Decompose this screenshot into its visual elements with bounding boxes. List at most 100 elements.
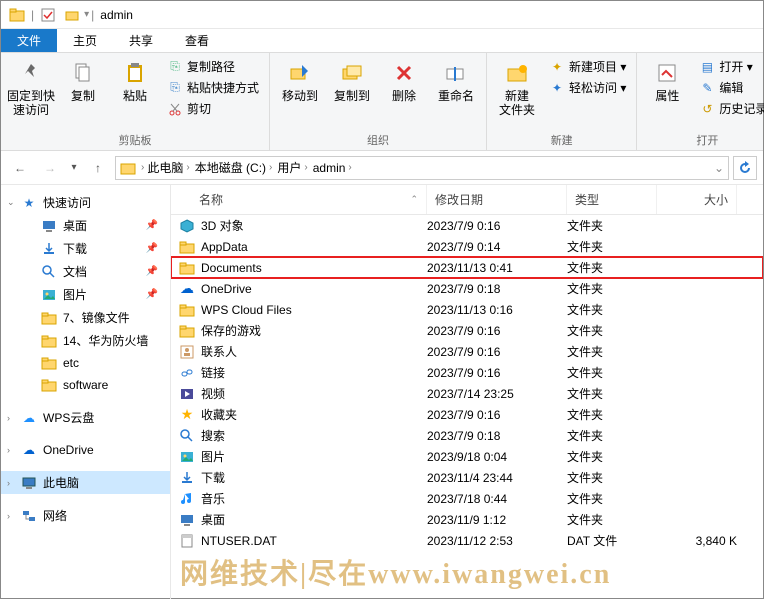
nav-wps[interactable]: ›☁WPS云盘 <box>1 406 170 429</box>
col-type[interactable]: 类型 <box>567 185 657 214</box>
tab-share[interactable]: 共享 <box>113 29 169 52</box>
file-icon <box>179 365 195 381</box>
file-row[interactable]: 桌面 2023/11/9 1:12 文件夹 <box>171 509 763 530</box>
open-button[interactable]: ▤打开 ▾ <box>695 57 764 76</box>
file-type: 文件夹 <box>567 280 657 297</box>
file-name: 收藏夹 <box>201 406 237 423</box>
rename-button[interactable]: 重命名 <box>432 55 480 103</box>
file-icon <box>179 386 195 402</box>
refresh-button[interactable] <box>733 156 757 180</box>
file-row[interactable]: ☁OneDrive 2023/7/9 0:18 文件夹 <box>171 278 763 299</box>
nav-item-icon <box>41 287 57 303</box>
file-type: 文件夹 <box>567 217 657 234</box>
file-date: 2023/11/4 23:44 <box>427 471 567 485</box>
address-bar[interactable]: ›此电脑› 本地磁盘 (C:)› 用户› admin› ⌄ <box>115 156 729 180</box>
nav-item[interactable]: 7、镜像文件 <box>1 306 170 329</box>
file-row[interactable]: 下载 2023/11/4 23:44 文件夹 <box>171 467 763 488</box>
nav-item[interactable]: 图片📌 <box>1 283 170 306</box>
file-row[interactable]: ★收藏夹 2023/7/9 0:16 文件夹 <box>171 404 763 425</box>
nav-item-label: 文档 <box>63 263 87 280</box>
back-button[interactable]: ← <box>7 155 33 181</box>
paste-shortcut-button[interactable]: ⎘粘贴快捷方式 <box>163 78 263 97</box>
pin-icon <box>17 59 45 87</box>
nav-item[interactable]: 文档📌 <box>1 260 170 283</box>
crumb-admin[interactable]: admin› <box>313 161 355 175</box>
col-date[interactable]: 修改日期 <box>427 185 567 214</box>
ribbon-group-new: 新建 文件夹 ✦新建项目 ▾ ✦轻松访问 ▾ 新建 <box>487 53 637 150</box>
nav-item[interactable]: etc <box>1 352 170 374</box>
crumb-pc[interactable]: ›此电脑› <box>138 159 193 176</box>
address-dropdown[interactable]: ⌄ <box>714 161 724 175</box>
file-icon <box>179 470 195 486</box>
tab-home[interactable]: 主页 <box>57 29 113 52</box>
ribbon-group-clipboard: 固定到快 速访问 复制 粘贴 ⎘复制路径 ⎘粘贴快捷方式 剪切 剪贴板 <box>1 53 270 150</box>
forward-button[interactable]: → <box>37 155 63 181</box>
crumb-drive[interactable]: 本地磁盘 (C:)› <box>195 159 276 176</box>
pc-icon <box>21 475 37 491</box>
file-type: 文件夹 <box>567 427 657 444</box>
delete-button[interactable]: 删除 <box>380 55 428 103</box>
file-name: WPS Cloud Files <box>201 303 292 317</box>
file-row[interactable]: 链接 2023/7/9 0:16 文件夹 <box>171 362 763 383</box>
file-date: 2023/11/13 0:41 <box>427 261 567 275</box>
nav-network[interactable]: ›网络 <box>1 504 170 527</box>
history-button[interactable]: ↺历史记录 <box>695 99 764 118</box>
crumb-users[interactable]: 用户› <box>277 159 310 176</box>
folder-icon <box>120 160 136 176</box>
file-date: 2023/7/9 0:18 <box>427 282 567 296</box>
nav-item[interactable]: 14、华为防火墙 <box>1 329 170 352</box>
file-name: 搜索 <box>201 427 225 444</box>
file-type: 文件夹 <box>567 511 657 528</box>
file-row[interactable]: NTUSER.DAT 2023/11/12 2:53 DAT 文件 3,840 … <box>171 530 763 551</box>
file-row[interactable]: AppData 2023/7/9 0:14 文件夹 <box>171 236 763 257</box>
nav-item-icon <box>41 218 57 234</box>
file-row[interactable]: 保存的游戏 2023/7/9 0:16 文件夹 <box>171 320 763 341</box>
pin-button[interactable]: 固定到快 速访问 <box>7 55 55 118</box>
file-icon <box>179 239 195 255</box>
file-row[interactable]: 3D 对象 2023/7/9 0:16 文件夹 <box>171 215 763 236</box>
file-date: 2023/7/9 0:16 <box>427 219 567 233</box>
nav-item[interactable]: software <box>1 374 170 396</box>
edit-button[interactable]: ✎编辑 <box>695 78 764 97</box>
up-button[interactable]: ↑ <box>85 155 111 181</box>
cut-button[interactable]: 剪切 <box>163 99 263 118</box>
qat-dropdown[interactable]: ▾ <box>84 9 89 20</box>
copy-button[interactable]: 复制 <box>59 55 107 103</box>
properties-button[interactable]: 属性 <box>643 55 691 103</box>
col-size[interactable]: 大小 <box>657 185 737 214</box>
file-row[interactable]: 图片 2023/9/18 0:04 文件夹 <box>171 446 763 467</box>
checkbox-icon[interactable] <box>40 7 56 23</box>
tab-file[interactable]: 文件 <box>1 29 57 52</box>
paste-button[interactable]: 粘贴 <box>111 55 159 103</box>
nav-item[interactable]: 下载📌 <box>1 237 170 260</box>
recent-dropdown[interactable]: ▾ <box>67 155 81 181</box>
file-row[interactable]: Documents 2023/11/13 0:41 文件夹 <box>171 257 763 278</box>
nav-quick-access[interactable]: ⌄★快速访问 <box>1 191 170 214</box>
file-icon <box>179 491 195 507</box>
file-name: NTUSER.DAT <box>201 534 277 548</box>
file-row[interactable]: 音乐 2023/7/18 0:44 文件夹 <box>171 488 763 509</box>
file-name: 保存的游戏 <box>201 322 261 339</box>
file-row[interactable]: 搜索 2023/7/9 0:18 文件夹 <box>171 425 763 446</box>
new-item-button[interactable]: ✦新建项目 ▾ <box>545 57 630 76</box>
copyto-button[interactable]: 复制到 <box>328 55 376 103</box>
nav-item-label: etc <box>63 356 79 370</box>
file-date: 2023/11/9 1:12 <box>427 513 567 527</box>
file-date: 2023/7/9 0:18 <box>427 429 567 443</box>
new-folder-button[interactable]: 新建 文件夹 <box>493 55 541 118</box>
file-type: 文件夹 <box>567 406 657 423</box>
file-row[interactable]: 视频 2023/7/14 23:25 文件夹 <box>171 383 763 404</box>
nav-item-label: 图片 <box>63 286 87 303</box>
nav-this-pc[interactable]: ›此电脑 <box>1 471 170 494</box>
moveto-button[interactable]: 移动到 <box>276 55 324 103</box>
nav-item-icon <box>41 377 57 393</box>
nav-item[interactable]: 桌面📌 <box>1 214 170 237</box>
easy-access-button[interactable]: ✦轻松访问 ▾ <box>545 78 630 97</box>
tab-view[interactable]: 查看 <box>169 29 225 52</box>
folder-small-icon <box>64 7 80 23</box>
file-row[interactable]: WPS Cloud Files 2023/11/13 0:16 文件夹 <box>171 299 763 320</box>
copy-path-button[interactable]: ⎘复制路径 <box>163 57 263 76</box>
nav-onedrive[interactable]: ›☁OneDrive <box>1 439 170 461</box>
col-name[interactable]: 名称⌃ <box>171 185 427 214</box>
file-row[interactable]: 联系人 2023/7/9 0:16 文件夹 <box>171 341 763 362</box>
